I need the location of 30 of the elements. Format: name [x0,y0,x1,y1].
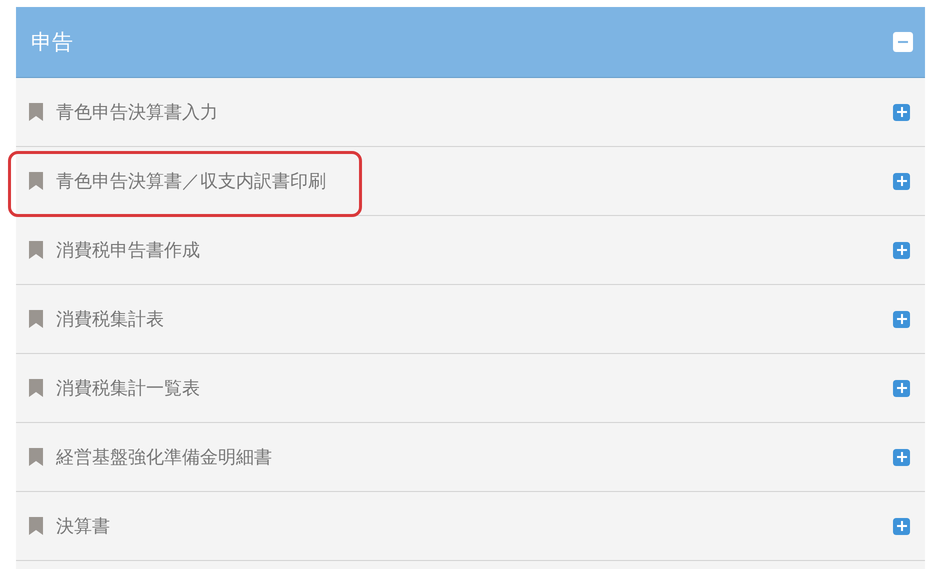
plus-icon [896,313,908,325]
panel-title: 申告 [31,29,73,56]
bookmark-icon [28,240,44,260]
expand-button[interactable] [893,104,910,120]
expand-button[interactable] [893,448,910,466]
plus-icon [896,244,908,256]
plus-icon [896,382,908,394]
collapse-button[interactable] [893,32,913,52]
menu-link[interactable]: 青色申告決算書／収支内訳書印刷 [56,169,881,193]
expand-button[interactable] [893,242,910,258]
bookmark-icon [28,309,44,329]
expand-button[interactable] [893,172,910,190]
expand-button[interactable] [893,518,910,534]
menu-link[interactable]: 消費税申告書作成 [56,238,881,262]
bookmark-icon [28,171,44,191]
menu-link[interactable]: 決算書 [56,514,881,538]
expand-button[interactable] [893,380,910,396]
bookmark-icon [28,447,44,467]
plus-icon [896,520,908,532]
bookmark-icon [28,102,44,122]
expand-button[interactable] [893,310,910,328]
menu-link[interactable]: 消費税集計表 [56,307,881,331]
plus-icon [896,106,908,118]
plus-icon [896,451,908,463]
menu-link[interactable]: 経営基盤強化準備金明細書 [56,445,881,469]
menu-link[interactable]: 消費税集計一覧表 [56,376,881,400]
plus-icon [896,175,908,187]
bookmark-icon [28,378,44,398]
menu-link[interactable]: 青色申告決算書入力 [56,100,881,124]
bookmark-icon [28,516,44,536]
